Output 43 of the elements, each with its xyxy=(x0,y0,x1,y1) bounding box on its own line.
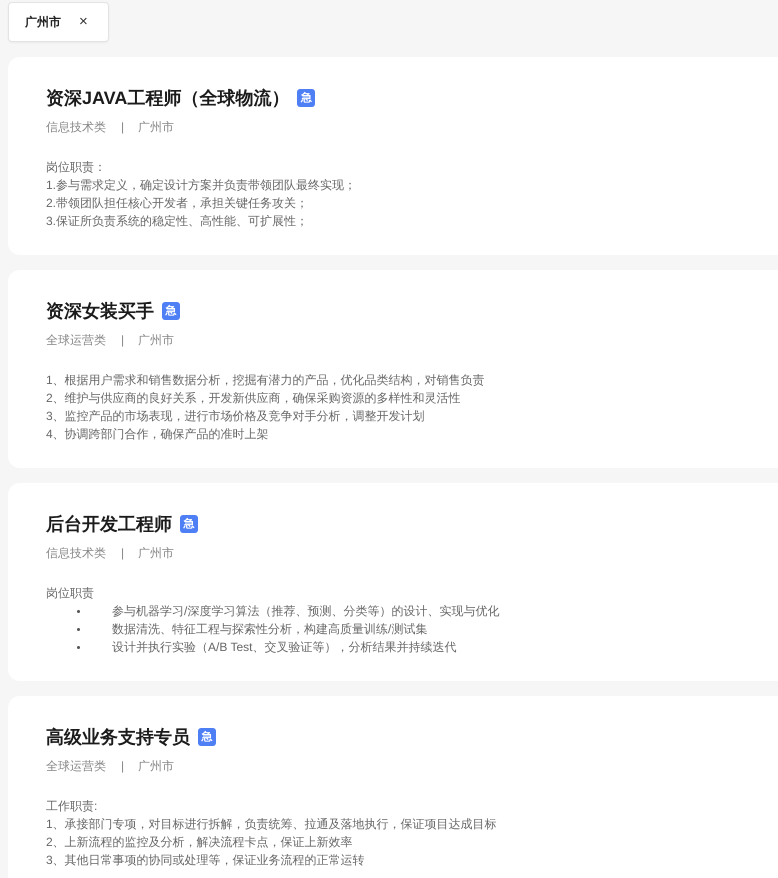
job-category: 全球运营类 xyxy=(46,332,106,349)
urgent-badge: 急 xyxy=(162,302,180,320)
duty-item: 1、承接部门专项，对目标进行拆解，负责统筹、拉通及落地执行，保证项目达成目标 xyxy=(46,816,497,833)
meta-separator: | xyxy=(121,758,124,775)
job-card[interactable]: 后台开发工程师 急 信息技术类 | 广州市 岗位职责 参与机器学习/深度学习算法（推荐、预测、分类等）的设计、实现与优化 数据清洗、特征工程与探索性分析，构建高质量训练/测试集 设计并执行实验（A/B Test、交叉验证等），分析结果并持续迭代 xyxy=(8,483,778,681)
duty-item: 1.参与需求定义，确定设计方案并负责带领团队最终实现； xyxy=(46,177,356,194)
job-city: 广州市 xyxy=(138,545,174,562)
job-category: 信息技术类 xyxy=(46,119,106,136)
job-title: 资深女装买手 xyxy=(46,300,154,323)
job-city: 广州市 xyxy=(138,119,174,136)
duty-item: 2、维护与供应商的良好关系，开发新供应商，确保采购资源的多样性和灵活性 xyxy=(46,390,461,407)
urgent-badge: 急 xyxy=(180,515,198,533)
job-card[interactable]: 资深JAVA工程师（全球物流） 急 信息技术类 | 广州市 岗位职责： 1.参与需求定义，确定设计方案并负责带领团队最终实现； 2.带领团队担任核心开发者，承担关键任务攻关； 3.保证所负责系统的稳定性、高性能、可扩展性； xyxy=(8,57,778,255)
duty-item: 3、监控产品的市场表现，进行市场价格及竞争对手分析，调整开发计划 xyxy=(46,408,425,425)
job-title: 后台开发工程师 xyxy=(46,513,172,536)
meta-separator: | xyxy=(121,545,124,562)
duty-item: 2.带领团队担任核心开发者，承担关键任务攻关； xyxy=(46,195,308,212)
filter-chip-label: 广州市 xyxy=(25,14,61,30)
close-button[interactable]: × xyxy=(77,14,90,30)
duty-item: 3.保证所负责系统的稳定性、高性能、可扩展性； xyxy=(46,213,308,230)
duty-item: 4、协调跨部门合作，确保产品的准时上架 xyxy=(46,426,269,443)
job-title: 高级业务支持专员 xyxy=(46,726,190,749)
duty-item: 3、其他日常事项的协同或处理等，保证业务流程的正常运转 xyxy=(46,852,365,869)
filter-chip[interactable]: 广州市 × xyxy=(8,2,109,42)
duties-heading: 岗位职责： xyxy=(46,159,106,176)
job-card[interactable]: 资深女装买手 急 全球运营类 | 广州市 1、根据用户需求和销售数据分析，挖掘有潜力的产品，优化品类结构，对销售负责 2、维护与供应商的良好关系，开发新供应商，确保采购资源的多样性和灵活性 3、监控产品的市场表现，进行市场价格及竞争对手分析，调整开发计划 4、协调跨部门合作，确保产品的准时上架 xyxy=(8,270,778,468)
job-card[interactable]: 高级业务支持专员 急 全球运营类 | 广州市 工作职责: 1、承接部门专项，对目标进行拆解，负责统筹、拉通及落地执行，保证项目达成目标 2、上新流程的监控及分析，解决流程卡点，保证上新效率 3、其他日常事项的协同或处理等，保证业务流程的正常运转 xyxy=(8,696,778,878)
job-category: 全球运营类 xyxy=(46,758,106,775)
meta-separator: | xyxy=(121,119,124,136)
duty-item: 设计并执行实验（A/B Test、交叉验证等），分析结果并持续迭代 xyxy=(112,639,456,656)
duty-item: 2、上新流程的监控及分析，解决流程卡点，保证上新效率 xyxy=(46,834,353,851)
meta-separator: | xyxy=(121,332,124,349)
duty-item: 参与机器学习/深度学习算法（推荐、预测、分类等）的设计、实现与优化 xyxy=(112,603,500,620)
duty-item: 数据清洗、特征工程与探索性分析，构建高质量训练/测试集 xyxy=(112,621,428,638)
job-category: 信息技术类 xyxy=(46,545,106,562)
urgent-badge: 急 xyxy=(297,89,316,107)
job-city: 广州市 xyxy=(138,758,174,775)
job-city: 广州市 xyxy=(138,332,174,349)
duties-heading: 工作职责: xyxy=(46,798,98,815)
duties-heading: 岗位职责 xyxy=(46,585,94,602)
urgent-badge: 急 xyxy=(198,728,216,746)
duty-item: 1、根据用户需求和销售数据分析，挖掘有潜力的产品，优化品类结构，对销售负责 xyxy=(46,372,485,389)
job-title: 资深JAVA工程师（全球物流） xyxy=(46,87,290,110)
